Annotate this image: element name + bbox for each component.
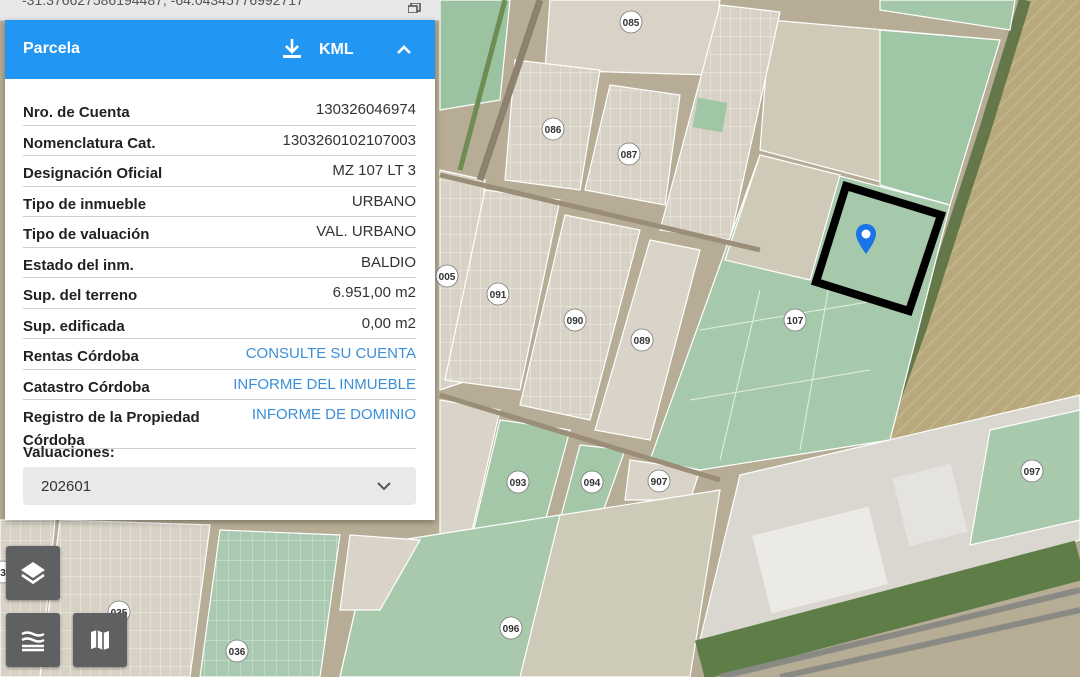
block-label: 090: [567, 316, 584, 327]
copy-icon[interactable]: [407, 0, 422, 14]
attribute-label: Nomenclatura Cat.: [23, 134, 156, 152]
download-kml-button[interactable]: KML: [277, 32, 365, 66]
block-label: 907: [651, 477, 668, 488]
panel-header: Parcela KML: [5, 20, 435, 79]
attribute-label: Catastro Córdoba: [23, 378, 150, 396]
kml-label: KML: [319, 41, 354, 58]
attribute-value: 6.951,00 m2: [332, 284, 416, 301]
attribute-value: MZ 107 LT 3: [332, 162, 416, 179]
basemap-button[interactable]: [6, 613, 60, 667]
valuations-label: Valuaciones:: [23, 444, 115, 461]
attribute-label: Rentas Córdoba: [23, 348, 139, 365]
block-label: 085: [623, 18, 640, 29]
block-label: 087: [621, 150, 638, 161]
collapse-panel-button[interactable]: [389, 34, 419, 64]
registro-link[interactable]: INFORME DE DOMINIO: [252, 406, 416, 423]
attribute-value: 1303260102107003: [282, 131, 416, 149]
location-pin-icon[interactable]: [856, 224, 876, 254]
attribute-value: 0,00 m2: [361, 314, 416, 332]
attribute-label: Designación Oficial: [23, 165, 163, 182]
attribute-label: Nro. de Cuenta: [23, 104, 130, 121]
attribute-value: BALDIO: [360, 253, 416, 271]
coordinate-bar: -31.376627586194487, -64.04345776992717: [0, 0, 440, 21]
attribute-value: URBANO: [351, 192, 416, 210]
coordinate-readout: -31.376627586194487, -64.04345776992717: [22, 0, 304, 8]
attribute-row: Nomenclatura Cat. 1303260102107003: [23, 126, 416, 156]
attribute-value: VAL. URBANO: [316, 223, 416, 240]
layers-icon: [21, 562, 45, 585]
block-label: 005: [439, 272, 456, 283]
attribute-row: Designación Oficial MZ 107 LT 3: [23, 156, 416, 187]
block-label: 093: [510, 478, 527, 489]
catastro-link[interactable]: INFORME DEL INMUEBLE: [233, 376, 416, 393]
block-label: 094: [584, 478, 601, 489]
attribute-row: Nro. de Cuenta 130326046974: [23, 95, 416, 126]
valuation-select[interactable]: 202601: [23, 467, 416, 505]
block-label: 097: [1024, 467, 1041, 478]
block-label: 107: [787, 316, 804, 327]
block-label: 091: [490, 290, 507, 301]
attribute-row: Tipo de inmueble URBANO: [23, 187, 416, 217]
block-label: 089: [634, 336, 651, 347]
attribute-row: Sup. del terreno 6.951,00 m2: [23, 278, 416, 309]
attribute-label: Estado del inm.: [23, 256, 134, 274]
attribute-label: Sup. edificada: [23, 317, 125, 335]
attribute-label: Tipo de inmueble: [23, 195, 147, 213]
panel-title: Parcela: [23, 40, 80, 57]
chevron-down-icon: [377, 482, 391, 491]
attribute-label: Tipo de valuación: [23, 226, 150, 243]
attribute-row: Catastro Córdoba INFORME DEL INMUEBLE: [23, 370, 416, 400]
block-label: 096: [503, 624, 520, 635]
map-view-button[interactable]: [73, 613, 127, 667]
download-icon: [283, 39, 301, 58]
parcel-attributes: Nro. de Cuenta 130326046974 Nomenclatura…: [23, 95, 416, 449]
rentas-link[interactable]: CONSULTE SU CUENTA: [246, 345, 416, 362]
attribute-label: Sup. del terreno: [23, 287, 138, 304]
attribute-row: Tipo de valuación VAL. URBANO: [23, 217, 416, 248]
attribute-value: 130326046974: [315, 101, 416, 118]
attribute-row: Estado del inm. BALDIO: [23, 248, 416, 278]
attribute-row: Sup. edificada 0,00 m2: [23, 309, 416, 339]
parcel-info-panel: Parcela KML Nro. de Cuenta 130326046974 …: [5, 20, 435, 520]
block-label: 036: [229, 647, 246, 658]
valuation-selected-value: 202601: [41, 478, 92, 495]
basemap-icon: [21, 631, 45, 652]
attribute-row: Rentas Córdoba CONSULTE SU CUENTA: [23, 339, 416, 370]
map-icon: [91, 630, 109, 650]
block-label: 086: [545, 125, 562, 136]
layers-button[interactable]: [6, 546, 60, 600]
chevron-up-icon: [397, 45, 411, 54]
attribute-row: Registro de la Propiedad Córdoba INFORME…: [23, 400, 416, 449]
